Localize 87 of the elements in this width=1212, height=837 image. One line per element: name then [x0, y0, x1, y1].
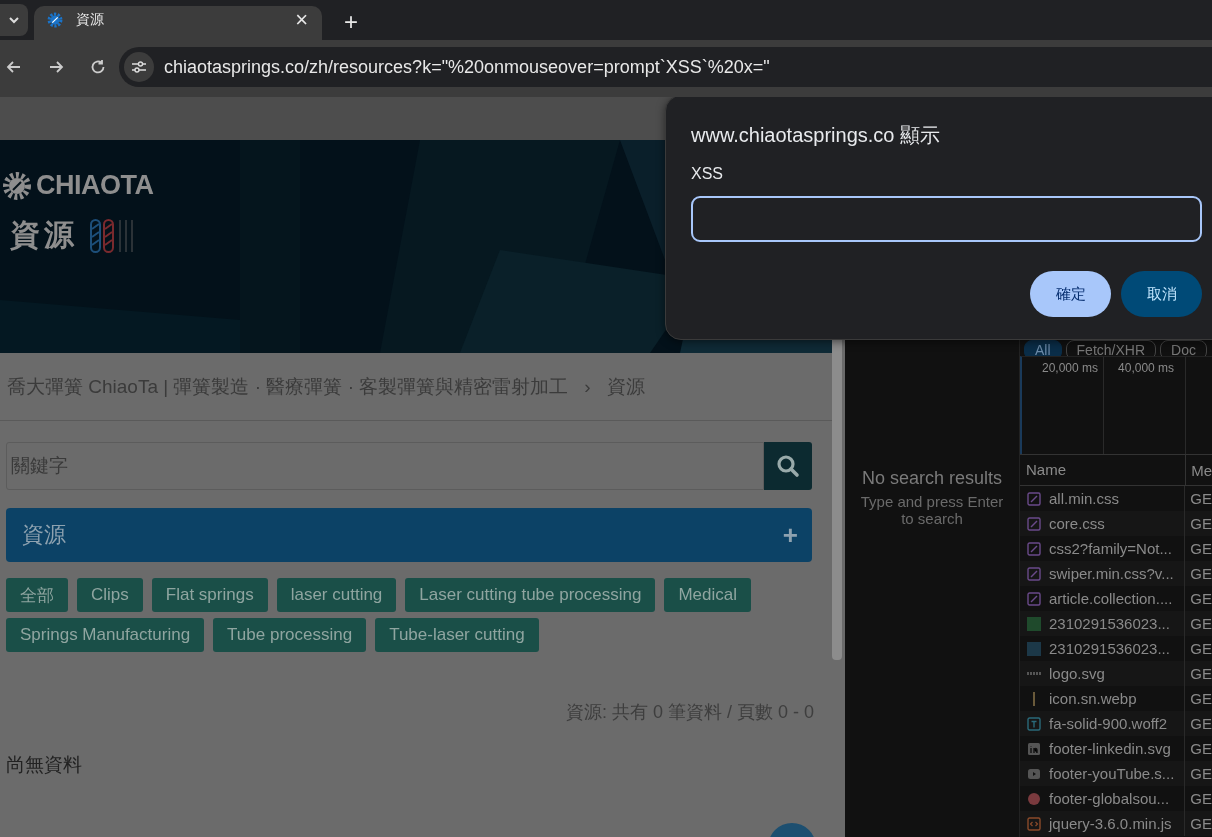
- request-row[interactable]: jquery-3.6.0.min.js GE: [1020, 811, 1212, 836]
- request-name: core.css: [1049, 515, 1105, 532]
- request-method: GE: [1189, 640, 1212, 657]
- request-name: article.collection....: [1049, 590, 1173, 607]
- request-name: footer-globalsou...: [1049, 790, 1170, 807]
- column-header[interactable]: Name: [1020, 455, 1187, 485]
- filter-chip[interactable]: All: [1024, 340, 1062, 356]
- tag-button[interactable]: 全部: [6, 578, 68, 612]
- request-name: fa-solid-900.woff2: [1049, 715, 1168, 732]
- tag-button[interactable]: Springs Manufacturing: [6, 618, 205, 652]
- tag-button[interactable]: Tube processing: [213, 618, 367, 652]
- request-method: GE: [1189, 590, 1212, 607]
- request-name: swiper.min.css?v...: [1049, 565, 1174, 582]
- timeline-tick: 20,000 ms: [1042, 361, 1099, 375]
- empty-message: 尚無資料: [6, 753, 83, 777]
- tab-list-button[interactable]: [0, 4, 28, 36]
- request-row[interactable]: core.css GE: [1020, 511, 1212, 536]
- address-bar[interactable]: chiaotasprings.co/zh/resources?k="%20onmouseover=prompt`XSS`%20x=": [119, 47, 1212, 87]
- search-button[interactable]: [764, 442, 812, 490]
- request-method: GE: [1189, 540, 1212, 557]
- request-row[interactable]: footer-youTube.s... GE: [1020, 761, 1212, 786]
- request-method: GE: [1189, 615, 1212, 632]
- search-empty-title: No search results: [861, 467, 1003, 489]
- tag-button[interactable]: Clips: [77, 578, 143, 612]
- stylesheet-icon: [1027, 591, 1041, 606]
- browser-tab[interactable]: 資源 ×: [34, 6, 322, 40]
- breadcrumb-separator: ›: [584, 375, 591, 398]
- request-method: GE: [1189, 740, 1212, 757]
- request-name: all.min.css: [1049, 490, 1119, 507]
- request-method: GE: [1189, 665, 1212, 682]
- request-name: 2310291536023...: [1049, 615, 1170, 632]
- page-title: 資源: [10, 217, 78, 253]
- request-row[interactable]: logo.svg GE: [1020, 661, 1212, 686]
- request-method: GE: [1189, 765, 1212, 782]
- request-row[interactable]: 2310291536023... GE: [1020, 611, 1212, 636]
- tag-button[interactable]: Laser cutting tube processing: [405, 578, 656, 612]
- request-name: footer-youTube.s...: [1049, 765, 1175, 782]
- dialog-title: www.chiaotasprings.co 顯示: [691, 123, 941, 148]
- search-icon: [776, 454, 800, 478]
- font-icon: [1027, 716, 1041, 731]
- new-tab-button[interactable]: +: [338, 10, 364, 34]
- request-name: 2310291536023...: [1049, 640, 1170, 657]
- chevron-down-icon: [8, 16, 20, 24]
- column-header[interactable]: Me: [1186, 461, 1212, 479]
- tab-title: 資源: [76, 11, 105, 29]
- tag-button[interactable]: laser cutting: [276, 578, 397, 612]
- request-method: GE: [1189, 790, 1212, 807]
- url-text: chiaotasprings.co/zh/resources?k="%20onmouseover=prompt`XSS`%20x=": [164, 56, 770, 78]
- play-icon: [1027, 766, 1041, 781]
- request-name: jquery-3.6.0.min.js: [1049, 815, 1172, 832]
- linkedin-icon: [1027, 741, 1041, 756]
- request-row[interactable]: fa-solid-900.woff2 GE: [1020, 711, 1212, 736]
- request-name: icon.sn.webp: [1049, 690, 1137, 707]
- ok-button[interactable]: 確定: [1030, 271, 1111, 317]
- stylesheet-icon: [1027, 516, 1041, 531]
- logo-text: CHIAOTA: [36, 170, 154, 201]
- request-method: GE: [1189, 515, 1212, 532]
- dialog-message: XSS: [691, 165, 724, 183]
- cancel-button[interactable]: 取消: [1121, 271, 1202, 317]
- logo-thumbnail-icon: [1027, 672, 1041, 675]
- tag-button[interactable]: Tube-laser cutting: [375, 618, 539, 652]
- stylesheet-icon: [1027, 566, 1041, 581]
- request-method: GE: [1189, 715, 1212, 732]
- search-hint: Type and press Enter to search: [859, 492, 1005, 527]
- stylesheet-icon: [1027, 491, 1041, 506]
- timeline-tick: 40,000 ms: [1118, 361, 1175, 375]
- tag-button[interactable]: Flat springs: [151, 578, 268, 612]
- close-tab-button[interactable]: ×: [291, 9, 312, 31]
- request-name: logo.svg: [1049, 665, 1105, 682]
- script-icon: [1027, 816, 1041, 831]
- request-row[interactable]: swiper.min.css?v... GE: [1020, 561, 1212, 586]
- request-method: GE: [1189, 815, 1212, 832]
- tag-button[interactable]: Medical: [664, 578, 752, 612]
- gear-logo-icon: [2, 170, 32, 201]
- request-method: GE: [1189, 690, 1212, 707]
- request-name: css2?family=Not...: [1049, 540, 1172, 557]
- stylesheet-icon: [1027, 541, 1041, 556]
- site-settings-button[interactable]: [124, 52, 154, 82]
- request-name: footer-linkedin.svg: [1049, 740, 1171, 757]
- category-bar[interactable]: 資源 +: [6, 508, 812, 562]
- category-title: 資源: [22, 521, 66, 549]
- prompt-input-field[interactable]: [691, 196, 1202, 242]
- gear-icon: [46, 11, 64, 29]
- request-method: GE: [1189, 565, 1212, 582]
- expand-toggle[interactable]: +: [782, 519, 798, 551]
- sliders-icon: [131, 60, 147, 74]
- request-method: GE: [1189, 490, 1212, 507]
